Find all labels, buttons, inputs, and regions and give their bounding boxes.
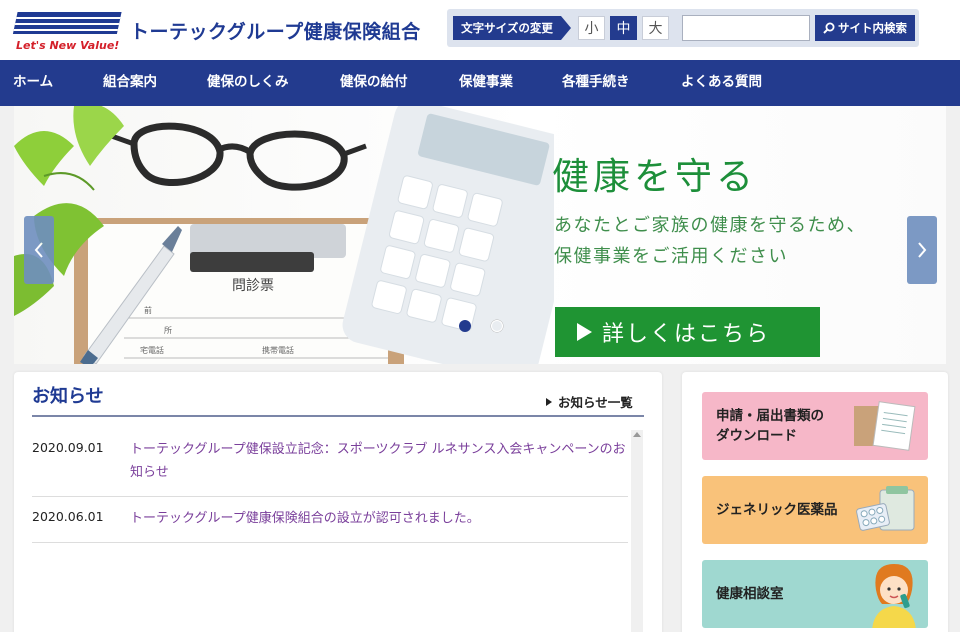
health-consultation-banner[interactable]: 健康相談室 [702,560,928,628]
news-title: お知らせ [32,386,104,407]
form-label-home-phone: 宅電話 [140,345,164,355]
font-size-arrow-icon [561,16,571,40]
glasses-illustration [105,122,367,191]
news-link[interactable]: トーテックグループ健康保険組合の設立が認可されました。 [130,507,628,530]
banner-label: 健康相談室 [716,586,784,602]
nav-item-benefits[interactable]: 健保の給付 [340,60,408,106]
totec-logo[interactable]: Let's New Value! [10,10,124,52]
nav-item-system[interactable]: 健保のしくみ [207,60,289,106]
search-button-label: サイト内検索 [838,21,907,35]
side-banners: 申請・届出書類の ダウンロード ジェネリック医薬品 健康相談室 [682,372,948,632]
hero-title: 健康を守る [552,155,757,198]
nav-item-health-programs[interactable]: 保健事業 [459,60,513,106]
chevron-right-icon [918,242,927,258]
news-divider [32,415,644,417]
news-panel: お知らせ お知らせ一覧 2020.09.01 トーテックグループ健保設立記念：ス… [14,372,662,632]
search-icon [823,22,835,34]
font-size-large-button[interactable]: 大 [642,16,669,40]
font-size-medium-button[interactable]: 中 [610,16,637,40]
nav-item-about[interactable]: 組合案内 [103,60,157,106]
calculator-illustration [342,106,554,364]
slider-dot-2[interactable] [491,320,503,332]
global-nav: ホーム 組合案内 健保のしくみ 健保の給付 保健事業 各種手続き よくある質問 [0,60,960,106]
header-tools: 文字サイズの変更 小 中 大 サイト内検索 [447,9,919,47]
news-list-link[interactable]: お知らせ一覧 [546,392,633,411]
nav-item-procedures[interactable]: 各種手続き [562,60,630,106]
banner-label: ジェネリック医薬品 [716,502,838,518]
generic-drugs-banner[interactable]: ジェネリック医薬品 [702,476,928,544]
hero-slider: 問診票 前 所 宅電話 携帯電話 健康を守る あなたとご家族の健康を守るため、 … [14,106,946,364]
triangle-right-icon [546,397,552,406]
slider-next-button[interactable] [907,216,937,284]
slider-dot-1[interactable] [459,320,471,332]
news-list: 2020.09.01 トーテックグループ健保設立記念：スポーツクラブ ルネサンス… [32,428,628,543]
news-link[interactable]: トーテックグループ健保設立記念：スポーツクラブ ルネサンス入会キャンペーンのお知… [130,438,628,484]
chevron-left-icon [34,242,43,258]
form-label-name: 前 [144,305,152,315]
nav-item-home[interactable]: ホーム [13,60,53,106]
news-scrollbar[interactable] [631,430,643,632]
news-date: 2020.06.01 [32,509,104,524]
banner-label-line-1: 申請・届出書類の [716,408,824,424]
documents-icon [854,401,916,451]
hero-text: あなたとご家族の健康を守るため、 保健事業をご活用ください [554,210,866,272]
scroll-up-arrow-icon[interactable] [633,432,641,437]
site-search-input[interactable] [682,15,810,41]
clipboard-title: 問診票 [232,278,274,294]
font-size-small-button[interactable]: 小 [578,16,605,40]
logo-slogan: Let's New Value! [16,39,119,52]
news-list-link-label: お知らせ一覧 [558,395,633,410]
form-label-mobile: 携帯電話 [262,345,294,355]
site-header: Let's New Value! トーテックグループ健康保険組合 文字サイズの変… [0,0,960,60]
hero-details-button[interactable]: 詳しくはこちら [555,307,820,357]
hero-details-label: 詳しくはこちら [602,322,771,347]
forms-download-banner[interactable]: 申請・届出書類の ダウンロード [702,392,928,460]
operator-woman-icon [872,564,916,628]
form-label-address: 所 [164,325,172,335]
play-triangle-icon [577,323,592,341]
banner-label-line-2: ダウンロード [716,428,797,444]
news-item: 2020.09.01 トーテックグループ健保設立記念：スポーツクラブ ルネサンス… [32,428,628,497]
hero-text-line-2: 保健事業をご活用ください [554,246,788,267]
site-title[interactable]: トーテックグループ健康保険組合 [130,17,421,44]
hero-image: 問診票 前 所 宅電話 携帯電話 [14,106,554,364]
medicine-icon [856,486,915,531]
nav-item-faq[interactable]: よくある質問 [681,60,762,106]
font-size-label: 文字サイズの変更 [453,16,561,40]
hero-text-line-1: あなたとご家族の健康を守るため、 [554,215,866,236]
news-date: 2020.09.01 [32,440,104,455]
slider-prev-button[interactable] [24,216,54,284]
site-search-button[interactable]: サイト内検索 [815,15,915,41]
news-item: 2020.06.01 トーテックグループ健康保険組合の設立が認可されました。 [32,497,628,543]
banner-label: 申請・届出書類の ダウンロード [716,406,824,446]
